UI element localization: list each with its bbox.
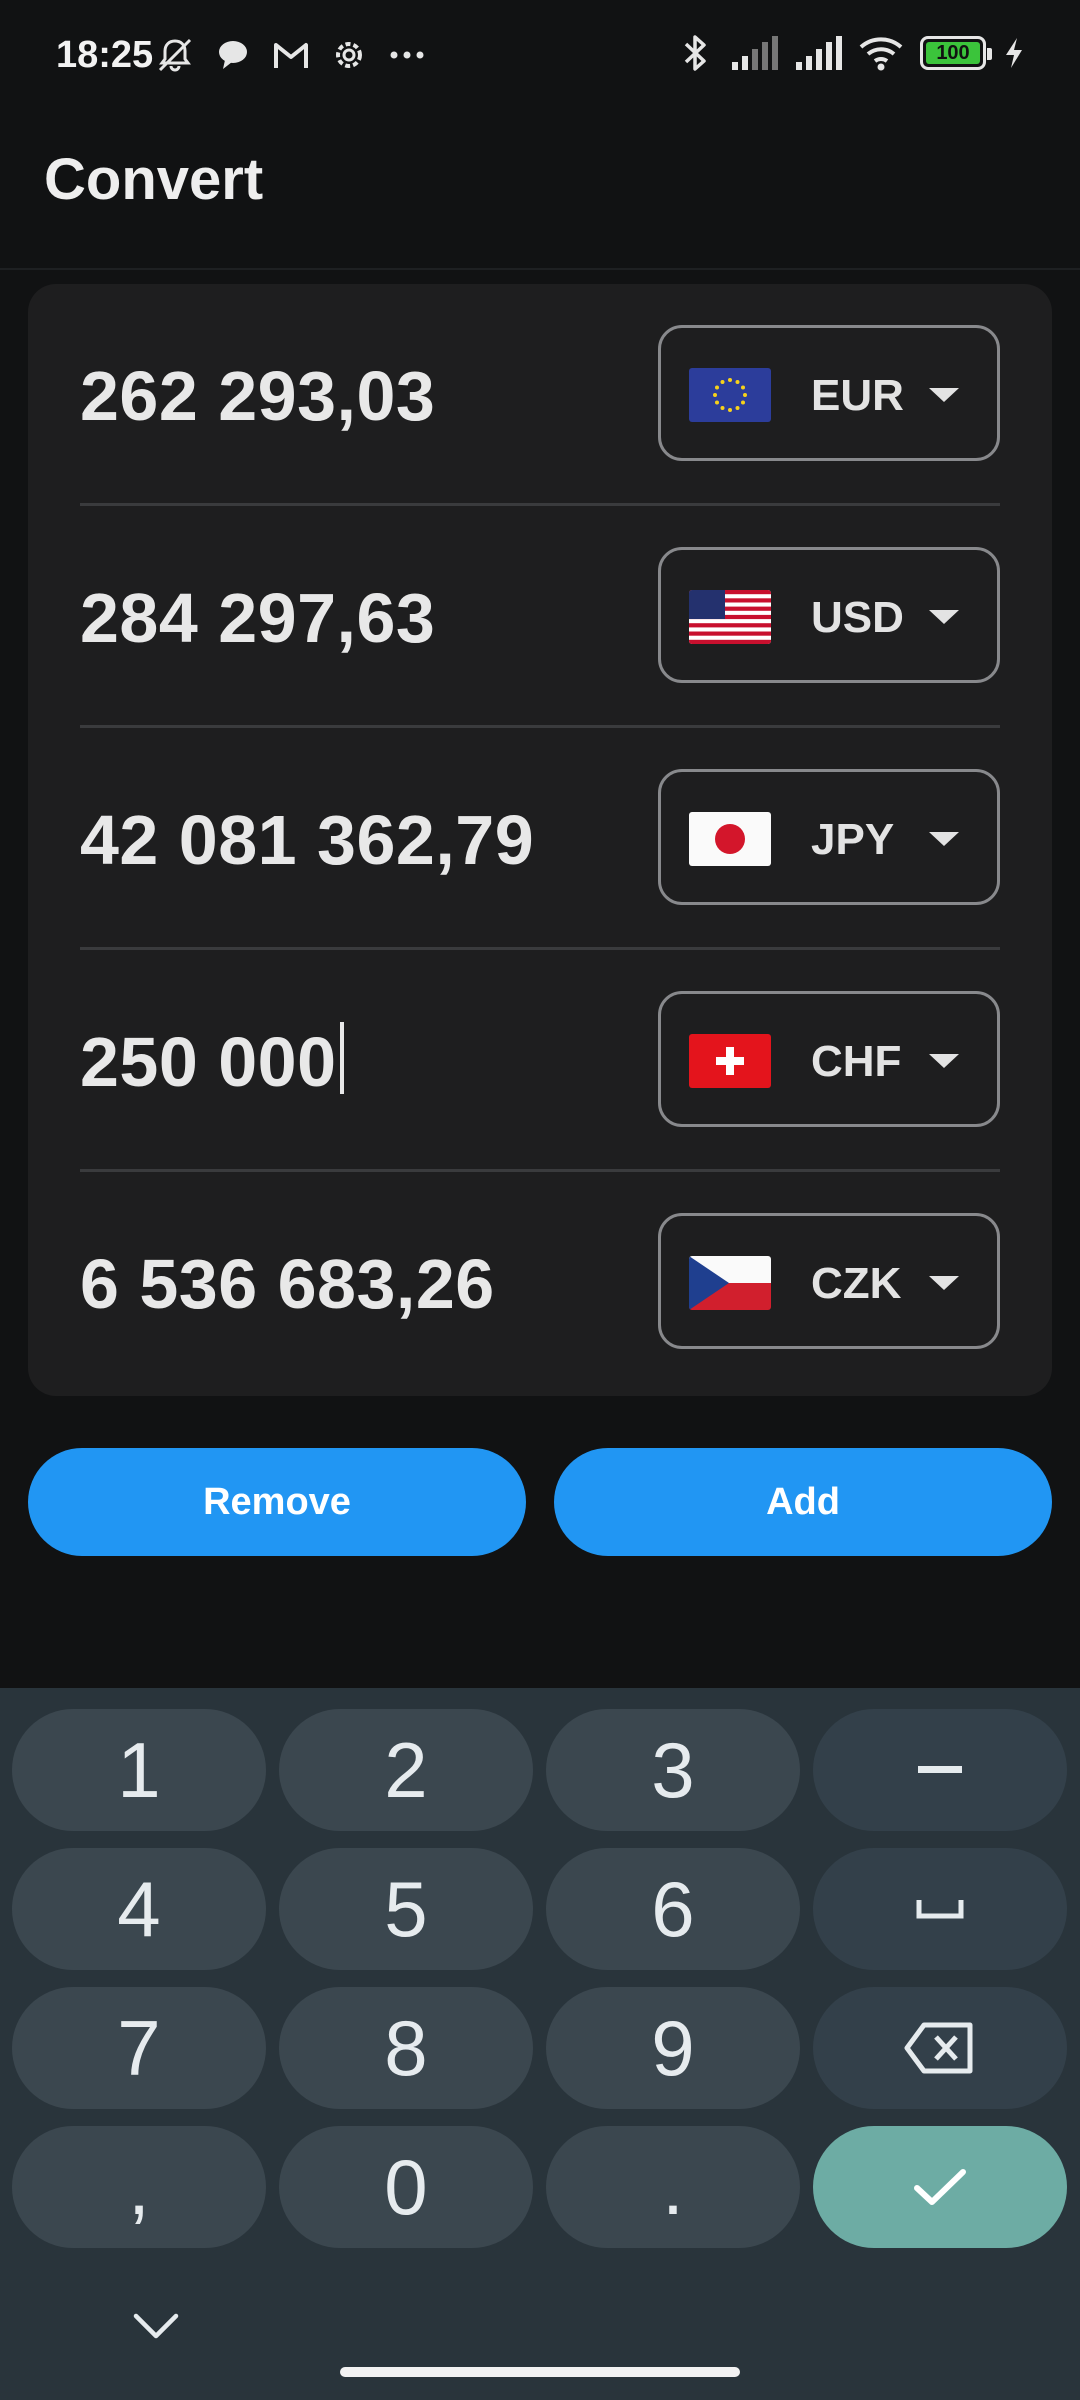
key-7[interactable]: 7 [12,1987,266,2109]
remove-button[interactable]: Remove [28,1448,526,1556]
jp-flag-icon [689,812,771,866]
backspace-icon [904,2022,973,2074]
bell-off-icon [156,36,194,74]
key-8[interactable]: 8 [279,1987,533,2109]
key-9[interactable]: 9 [546,1987,800,2109]
converter-card: 262 293,03 EUR 284 297,63 USD 42 081 362… [28,284,1052,1396]
key-4[interactable]: 4 [12,1848,266,1970]
chevron-down-icon [929,1054,959,1068]
amount-input[interactable]: 6 536 683,26 [80,1244,495,1324]
currency-row: 250 000 CHF [28,950,1052,1172]
currency-select[interactable]: EUR [658,325,1000,461]
eu-flag-icon [689,368,771,422]
key-5[interactable]: 5 [279,1848,533,1970]
chevron-down-icon[interactable] [128,2306,184,2346]
us-flag-icon [689,590,771,644]
currency-code: CZK [811,1259,902,1308]
settings-icon [330,36,368,74]
signal-icon [794,34,842,72]
status-bar: 18:25 100 [0,0,1080,110]
battery-level: 100 [926,42,980,64]
battery-icon: 100 [920,36,992,70]
minus-icon [918,1766,962,1773]
cz-flag-icon [689,1256,771,1310]
page-title: Convert [44,147,264,212]
status-right-icons: 100 [676,34,1026,72]
bluetooth-icon [676,34,714,72]
currency-code: USD [811,593,904,642]
key-period[interactable]: . [546,2126,800,2248]
check-icon [914,2169,966,2205]
gmail-icon [272,36,310,74]
currency-select[interactable]: JPY [658,769,1000,905]
chat-icon [214,36,252,74]
currency-select[interactable]: USD [658,547,1000,683]
currency-select[interactable]: CZK [658,1213,1000,1349]
currency-code: EUR [811,371,904,420]
status-left-icons [156,36,426,74]
charging-icon [1002,34,1026,72]
add-button[interactable]: Add [554,1448,1052,1556]
amount-input[interactable]: 262 293,03 [80,356,435,436]
more-dots-icon [388,36,426,74]
wifi-icon [858,34,904,72]
status-time: 18:25 [56,34,154,76]
key-2[interactable]: 2 [279,1709,533,1831]
chevron-down-icon [929,388,959,402]
ch-flag-icon [689,1034,771,1088]
key-comma[interactable]: , [12,2126,266,2248]
amount-input[interactable]: 284 297,63 [80,578,435,658]
space-icon [916,1900,964,1919]
key-minus[interactable] [813,1709,1067,1831]
currency-select[interactable]: CHF [658,991,1000,1127]
currency-row: 6 536 683,26 CZK [28,1172,1052,1394]
key-backspace[interactable] [813,1987,1067,2109]
amount-input[interactable]: 42 081 362,79 [80,800,534,880]
app-bar: Convert [0,110,1080,270]
home-indicator[interactable] [340,2367,740,2377]
key-space[interactable] [813,1848,1067,1970]
currency-code: JPY [811,815,895,864]
key-done[interactable] [813,2126,1067,2248]
amount-input-focused[interactable]: 250 000 [80,1022,344,1102]
signal-icon [730,34,778,72]
amount-value: 250 000 [80,1023,337,1101]
currency-row: 42 081 362,79 JPY [28,728,1052,950]
key-0[interactable]: 0 [279,2126,533,2248]
key-1[interactable]: 1 [12,1709,266,1831]
key-3[interactable]: 3 [546,1709,800,1831]
key-6[interactable]: 6 [546,1848,800,1970]
currency-row: 262 293,03 EUR [28,284,1052,506]
chevron-down-icon [929,610,959,624]
currency-row: 284 297,63 USD [28,506,1052,728]
text-cursor [339,1022,344,1094]
chevron-down-icon [929,832,959,846]
currency-code: CHF [811,1037,902,1086]
chevron-down-icon [929,1276,959,1290]
